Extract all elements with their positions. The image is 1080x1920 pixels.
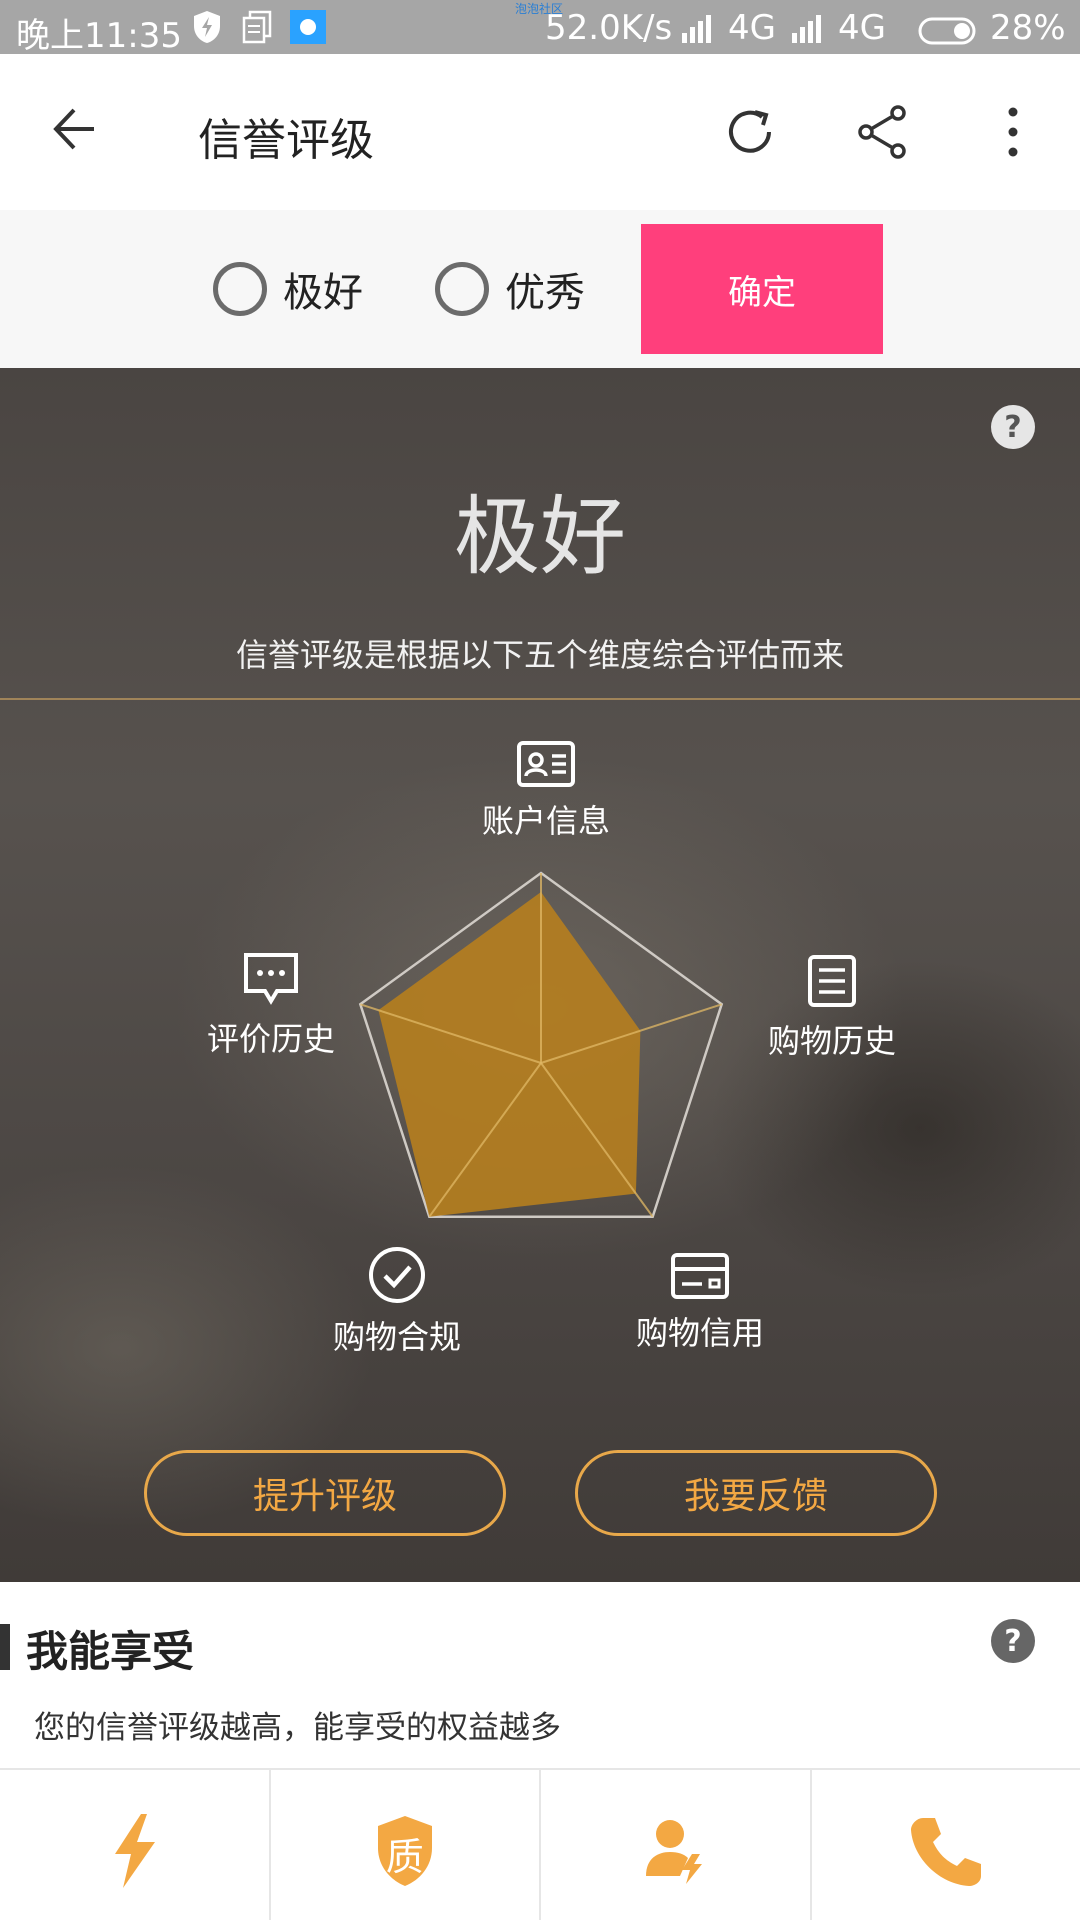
radio-label: 极好 <box>283 270 363 316</box>
credit-rating-panel: ? 极好 信誉评级是根据以下五个维度综合评估而来 账户信息 购物历史 购物信用 … <box>0 368 1080 1582</box>
refresh-icon[interactable] <box>722 104 778 164</box>
share-icon[interactable] <box>856 104 908 164</box>
document-list-icon <box>807 955 857 1012</box>
benefit-item-phone[interactable] <box>812 1770 1080 1920</box>
grade-filter: 极好 优秀 确定 <box>0 210 1080 368</box>
network-type-1: 4G <box>728 8 776 48</box>
signal-icon <box>680 12 714 52</box>
radio-circle-icon[interactable] <box>435 262 489 316</box>
dimension-label: 评价历史 <box>206 1020 335 1058</box>
files-icon <box>242 10 272 53</box>
toolbar: 信誉评级 <box>0 54 1080 210</box>
section-subtitle: 您的信誉评级越高，能享受的权益越多 <box>34 1710 561 1746</box>
dimension-label: 购物历史 <box>767 1022 896 1060</box>
chat-bubble-icon <box>241 953 301 1010</box>
user-fast-icon <box>644 1814 706 1892</box>
benefit-item-quality[interactable]: 质 <box>271 1770 541 1920</box>
status-bar: 晚上11:35 泡泡社区 52.0K/s 4G 4G 28% <box>0 0 1080 56</box>
phone-icon <box>909 1814 983 1892</box>
radio-label: 优秀 <box>505 270 585 316</box>
radar-data-area <box>378 892 641 1217</box>
radio-circle-icon[interactable] <box>213 262 267 316</box>
dimension-shopping-credit: 购物信用 <box>600 1252 800 1354</box>
credit-card-icon <box>670 1253 730 1304</box>
app-notification-icon <box>290 10 326 53</box>
quality-text: 质 <box>385 1835 424 1879</box>
more-options-icon[interactable] <box>1004 104 1022 164</box>
check-circle-icon <box>368 1247 426 1308</box>
quality-shield-icon: 质 <box>374 1814 436 1888</box>
radio-option-outstanding[interactable]: 优秀 <box>435 260 585 318</box>
dimension-label: 购物信用 <box>635 1314 764 1352</box>
dimension-shopping-history: 购物历史 <box>732 954 932 1062</box>
network-speed: 52.0K/s <box>545 8 673 48</box>
dimension-account-info: 账户信息 <box>446 740 646 842</box>
dimension-review-history: 评价历史 <box>171 952 371 1060</box>
status-time: 晚上11:35 <box>16 16 182 56</box>
confirm-button[interactable]: 确定 <box>641 224 883 354</box>
benefits-section: 我能享受 ? 您的信誉评级越高，能享受的权益越多 质 <box>0 1582 1080 1920</box>
back-arrow-icon[interactable] <box>50 106 98 156</box>
improve-rating-button[interactable]: 提升评级 <box>144 1450 506 1536</box>
feedback-button[interactable]: 我要反馈 <box>575 1450 937 1536</box>
help-icon[interactable]: ? <box>990 1618 1036 1668</box>
network-type-2: 4G <box>838 8 886 48</box>
benefit-item-fast[interactable] <box>0 1770 271 1920</box>
benefits-grid: 质 <box>0 1768 1080 1920</box>
page-title: 信誉评级 <box>198 115 374 166</box>
section-accent-bar <box>0 1624 10 1670</box>
shield-bolt-icon <box>192 10 222 53</box>
id-card-icon <box>516 741 576 792</box>
dimension-label: 购物合规 <box>332 1318 461 1356</box>
dimension-label: 账户信息 <box>481 802 610 840</box>
lightning-icon <box>109 1814 159 1892</box>
section-title: 我能享受 <box>26 1627 195 1676</box>
signal-icon-2 <box>790 12 824 52</box>
radio-option-excellent[interactable]: 极好 <box>213 260 363 318</box>
svg-text:?: ? <box>1004 1624 1021 1659</box>
benefit-item-service[interactable] <box>541 1770 812 1920</box>
battery-percent: 28% <box>990 8 1066 48</box>
battery-icon <box>918 14 980 54</box>
dimension-shopping-compliance: 购物合规 <box>297 1246 497 1358</box>
